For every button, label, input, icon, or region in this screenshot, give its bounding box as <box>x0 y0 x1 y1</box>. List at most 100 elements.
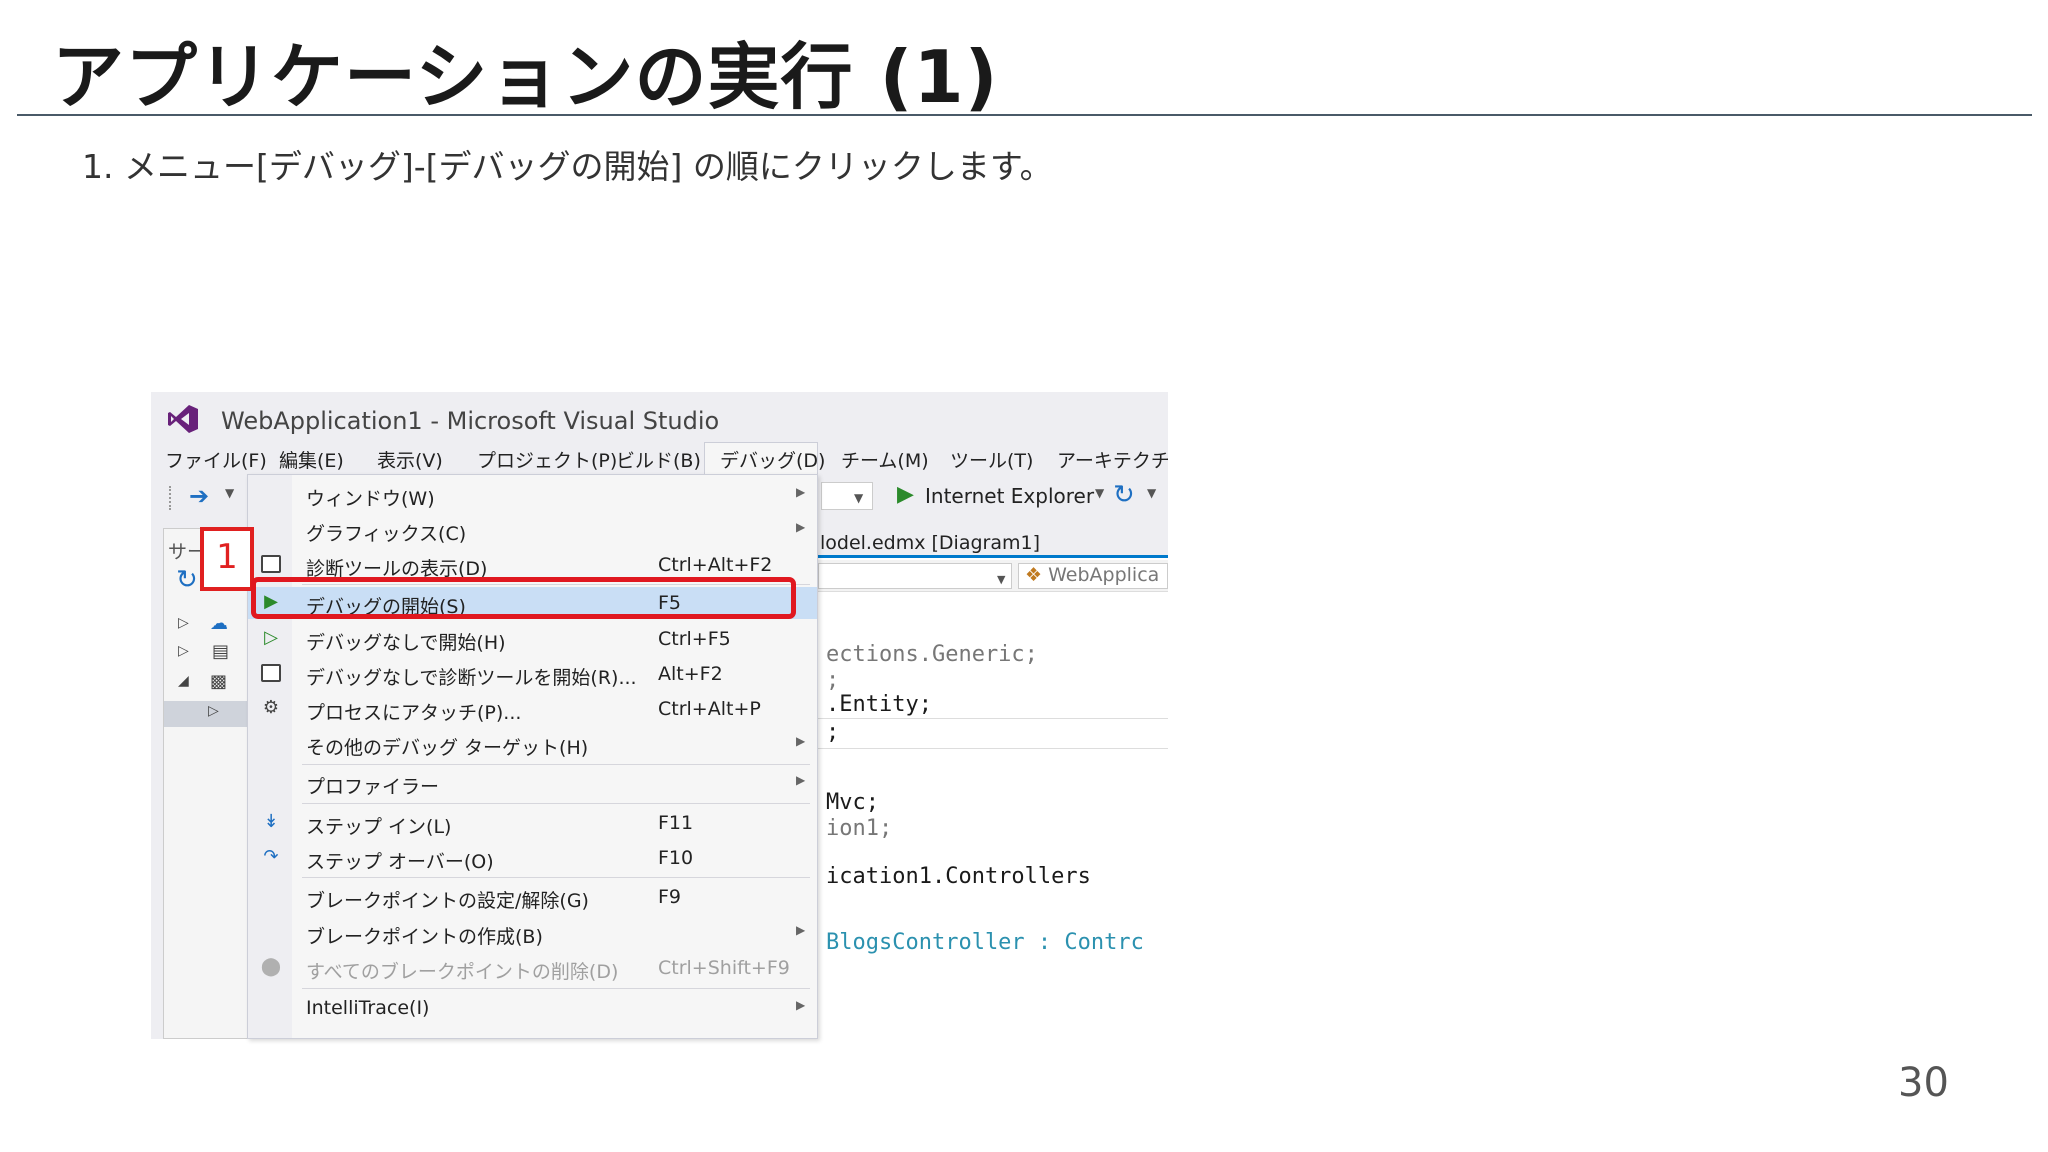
menu-item-shortcut: Ctrl+F5 <box>658 628 731 650</box>
expand-arrow-icon[interactable]: ▷ <box>208 703 219 719</box>
code-line: ; <box>826 668 840 693</box>
menu-item-label: プロファイラー <box>306 776 440 798</box>
submenu-arrow-icon: ▶ <box>796 485 806 499</box>
instruction-text: 1. メニュー[デバッグ]-[デバッグの開始] の順にクリックします。 <box>82 147 1053 186</box>
menu-separator <box>302 877 810 878</box>
delete-breakpoints-icon: ⬤ <box>260 956 282 977</box>
project-dropdown[interactable]: ❖ WebApplica <box>1018 563 1168 589</box>
menu-item-new-breakpoint[interactable]: ブレークポイントの作成(B) ▶ <box>248 917 817 949</box>
chevron-down-icon[interactable]: ▼ <box>1147 486 1156 500</box>
menu-item-graphics[interactable]: グラフィックス(C) ▶ <box>248 514 817 546</box>
menu-item-label: その他のデバッグ ターゲット(H) <box>306 737 589 759</box>
menu-item-label: グラフィックス(C) <box>306 523 467 545</box>
tree-row[interactable]: ▷ ☁ <box>164 613 252 639</box>
database-icon: ▩ <box>210 671 228 692</box>
code-line: ; <box>826 720 840 745</box>
menu-architecture[interactable]: アーキテクチャ( <box>1057 446 1168 473</box>
refresh-icon[interactable]: ↻ <box>176 565 198 595</box>
menu-item-shortcut: F11 <box>658 812 694 834</box>
menu-separator <box>302 988 810 989</box>
step-over-icon: ↷ <box>263 846 279 867</box>
toolbar-grip[interactable] <box>169 486 175 510</box>
menu-build[interactable]: ビルド(B) <box>616 446 701 473</box>
start-debugging-highlight <box>251 577 796 619</box>
code-line-divider <box>818 718 1168 719</box>
menu-item-label: デバッグなしで開始(H) <box>306 632 506 654</box>
menu-item-attach-to-process[interactable]: ⚙ プロセスにアタッチ(P)... Ctrl+Alt+P <box>248 693 817 725</box>
play-outline-icon: ▷ <box>264 627 278 648</box>
submenu-arrow-icon: ▶ <box>796 998 806 1012</box>
diagnostics-icon <box>260 662 282 684</box>
project-dropdown-label: WebApplica <box>1048 564 1160 586</box>
menu-item-shortcut: F10 <box>658 847 694 869</box>
menu-separator <box>302 764 810 765</box>
expand-arrow-icon[interactable]: ▷ <box>178 615 189 631</box>
cloud-icon: ☁ <box>210 613 228 634</box>
menu-item-step-over[interactable]: ↷ ステップ オーバー(O) F10 <box>248 842 817 874</box>
navigate-back-icon[interactable]: ➔ <box>189 482 209 510</box>
tree-row[interactable]: ▷ ▤ <box>164 641 252 667</box>
menu-item-label: すべてのブレークポイントの削除(D) <box>306 961 619 983</box>
gears-icon: ⚙ <box>262 697 280 718</box>
collapse-arrow-icon[interactable]: ◢ <box>178 673 189 689</box>
solution-config-dropdown[interactable]: ▼ <box>821 482 873 510</box>
code-line: ication1.Controllers <box>826 864 1091 889</box>
menu-project[interactable]: プロジェクト(P) <box>477 446 617 473</box>
project-icon: ❖ <box>1025 564 1043 586</box>
menu-debug[interactable]: デバッグ(D) <box>720 446 825 473</box>
tree-row-selected[interactable]: ▷ <box>164 701 252 727</box>
menu-item-shortcut: Ctrl+Alt+F2 <box>658 554 773 576</box>
code-line: BlogsController : Contrc <box>826 930 1144 955</box>
submenu-arrow-icon: ▶ <box>796 773 806 787</box>
code-line: .Entity; <box>826 692 932 717</box>
menu-item-label: IntelliTrace(I) <box>306 997 430 1019</box>
menu-item-start-diagnostics-without-debugging[interactable]: デバッグなしで診断ツールを開始(R)... Alt+F2 <box>248 658 817 690</box>
refresh-icon[interactable]: ↻ <box>1113 480 1135 510</box>
code-editor: lodel.edmx [Diagram1] ▼ ❖ WebApplica ect… <box>818 526 1168 1039</box>
menu-item-shortcut: Ctrl+Alt+P <box>658 698 761 720</box>
menu-item-start-without-debugging[interactable]: ▷ デバッグなしで開始(H) Ctrl+F5 <box>248 623 817 655</box>
editor-tab[interactable]: lodel.edmx [Diagram1] <box>818 526 1168 558</box>
step-callout-number: 1 <box>216 537 238 577</box>
menu-item-profiler[interactable]: プロファイラー ▶ <box>248 767 817 799</box>
menu-item-label: デバッグなしで診断ツールを開始(R)... <box>306 667 637 689</box>
menu-item-shortcut: F9 <box>658 886 682 908</box>
start-debug-play-icon[interactable]: ▶ <box>897 482 914 507</box>
namespace-dropdown[interactable]: ▼ <box>818 563 1012 589</box>
chevron-down-icon[interactable]: ▼ <box>225 486 234 500</box>
menu-item-other-debug-targets[interactable]: その他のデバッグ ターゲット(H) ▶ <box>248 728 817 760</box>
server-explorer-panel: サー ↻ ▷ ☁ ▷ ▤ ◢ ▩ ▷ <box>163 528 253 1039</box>
tree-row[interactable]: ◢ ▩ <box>164 671 252 697</box>
submenu-arrow-icon: ▶ <box>796 923 806 937</box>
menu-item-label: ステップ イン(L) <box>306 816 452 838</box>
menu-file[interactable]: ファイル(F) <box>165 446 267 473</box>
menu-team[interactable]: チーム(M) <box>841 446 929 473</box>
code-line: Mvc; <box>826 790 879 815</box>
menu-tools[interactable]: ツール(T) <box>950 446 1033 473</box>
menu-item-intellitrace[interactable]: IntelliTrace(I) ▶ <box>248 992 817 1024</box>
step-into-icon: ↡ <box>263 811 279 832</box>
browser-target-label[interactable]: Internet Explorer <box>925 484 1094 508</box>
title-divider <box>17 114 2032 116</box>
page-number: 30 <box>1898 1060 1949 1106</box>
chevron-down-icon: ▼ <box>854 491 864 505</box>
menu-item-label: ステップ オーバー(O) <box>306 851 494 873</box>
menu-item-label: ウィンドウ(W) <box>306 488 435 510</box>
chevron-down-icon[interactable]: ▼ <box>1095 486 1104 500</box>
menu-item-step-into[interactable]: ↡ ステップ イン(L) F11 <box>248 807 817 839</box>
chevron-down-icon: ▼ <box>997 573 1006 586</box>
expand-arrow-icon[interactable]: ▷ <box>178 643 189 659</box>
menu-item-window[interactable]: ウィンドウ(W) ▶ <box>248 479 817 511</box>
editor-tab-title: lodel.edmx [Diagram1] <box>820 532 1041 554</box>
menu-separator <box>302 803 810 804</box>
menu-item-label: プロセスにアタッチ(P)... <box>306 702 522 724</box>
menu-edit[interactable]: 編集(E) <box>279 446 344 473</box>
submenu-arrow-icon: ▶ <box>796 734 806 748</box>
slide-title: アプリケーションの実行 (1) <box>52 35 999 119</box>
menu-view[interactable]: 表示(V) <box>377 446 443 473</box>
menu-item-toggle-breakpoint[interactable]: ブレークポイントの設定/解除(G) F9 <box>248 881 817 913</box>
menu-item-label: ブレークポイントの作成(B) <box>306 926 543 948</box>
code-line: ion1; <box>826 816 893 841</box>
server-icon: ▤ <box>212 641 230 662</box>
menu-bar: ファイル(F) 編集(E) 表示(V) プロジェクト(P) ビルド(B) デバッ… <box>151 442 1168 474</box>
